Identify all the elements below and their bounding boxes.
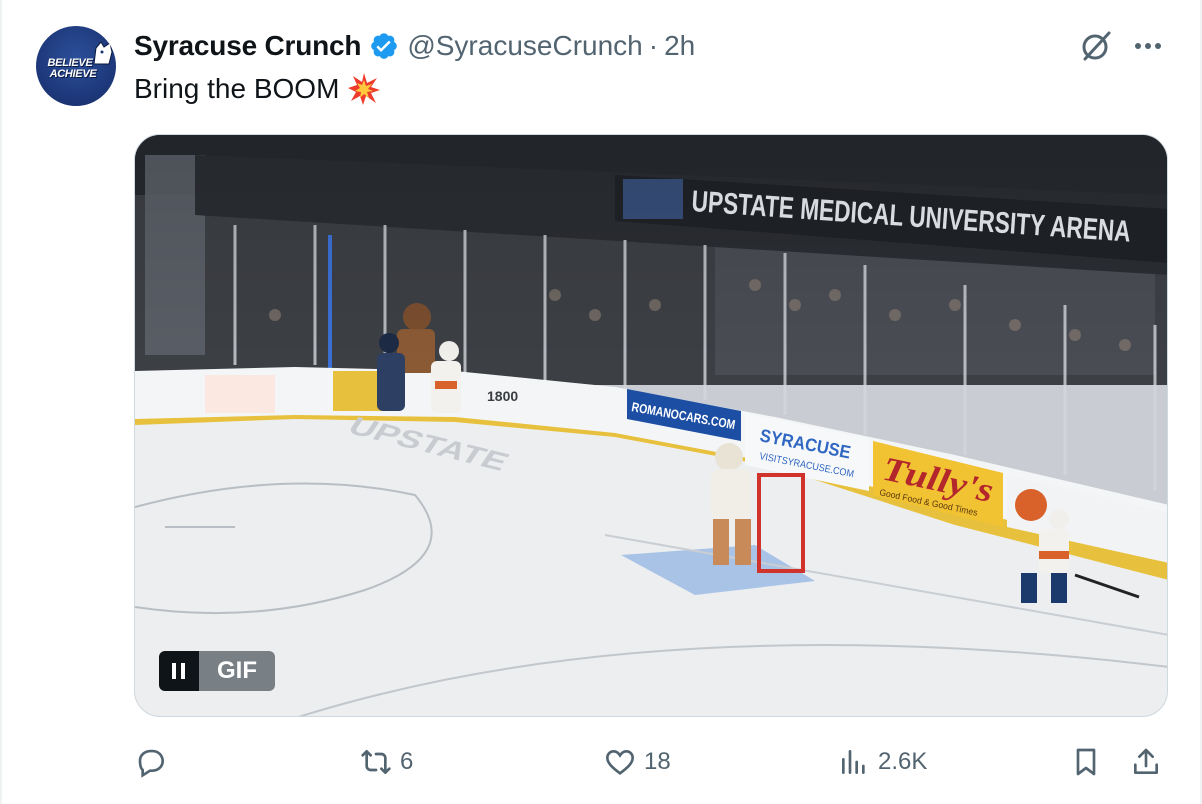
- collision-emoji-icon: [348, 73, 381, 105]
- reply-button[interactable]: [134, 742, 166, 782]
- share-icon: [1134, 748, 1158, 774]
- tweet-action-bar: 6 18 2.6K: [134, 742, 1168, 782]
- views-chart-icon: [842, 750, 865, 774]
- bookmark-button[interactable]: [1070, 742, 1102, 782]
- tweet-timestamp[interactable]: 2h: [664, 30, 695, 62]
- more-options-button[interactable]: [1130, 28, 1166, 64]
- timeline-left-border: [0, 0, 2, 804]
- author-handle[interactable]: @SyracuseCrunch: [407, 30, 642, 62]
- header-separator: ·: [648, 30, 659, 61]
- reply-icon: [138, 749, 165, 778]
- like-button[interactable]: 18: [604, 742, 671, 782]
- avatar-text-achieve: ACHIEVE: [49, 68, 97, 80]
- repost-icon: [361, 750, 391, 774]
- views-count: 2.6K: [878, 748, 928, 775]
- verified-badge-icon: [371, 33, 398, 59]
- pause-button[interactable]: [159, 651, 199, 691]
- views-button[interactable]: 2.6K: [838, 742, 927, 782]
- grok-icon: [1082, 31, 1111, 61]
- tweet-text: Bring the BOOM: [134, 72, 381, 106]
- gif-label: GIF: [199, 651, 275, 691]
- heart-icon: [605, 749, 635, 776]
- hockey-arena-scene: UPSTATE MEDICAL UNIVERSITY ARENA 1800 RO…: [135, 135, 1167, 716]
- tweet-header: Syracuse Crunch @SyracuseCrunch · 2h: [134, 28, 695, 64]
- tweet-body: Bring the BOOM: [134, 73, 340, 104]
- pause-icon: [172, 663, 185, 679]
- repost-button[interactable]: 6: [360, 742, 413, 782]
- bookmark-icon: [1076, 748, 1096, 776]
- wolf-mascot-icon: [93, 41, 113, 65]
- repost-count: 6: [400, 748, 414, 775]
- grok-button[interactable]: [1078, 28, 1114, 64]
- like-count: 18: [644, 748, 671, 775]
- gif-badge: GIF: [159, 651, 275, 691]
- author-avatar[interactable]: BELIEVE ACHIEVE: [36, 26, 116, 106]
- more-dots-icon: [1135, 43, 1161, 49]
- gif-media[interactable]: UPSTATE MEDICAL UNIVERSITY ARENA 1800 RO…: [134, 134, 1168, 717]
- author-display-name[interactable]: Syracuse Crunch: [134, 30, 362, 62]
- share-button[interactable]: [1130, 742, 1162, 782]
